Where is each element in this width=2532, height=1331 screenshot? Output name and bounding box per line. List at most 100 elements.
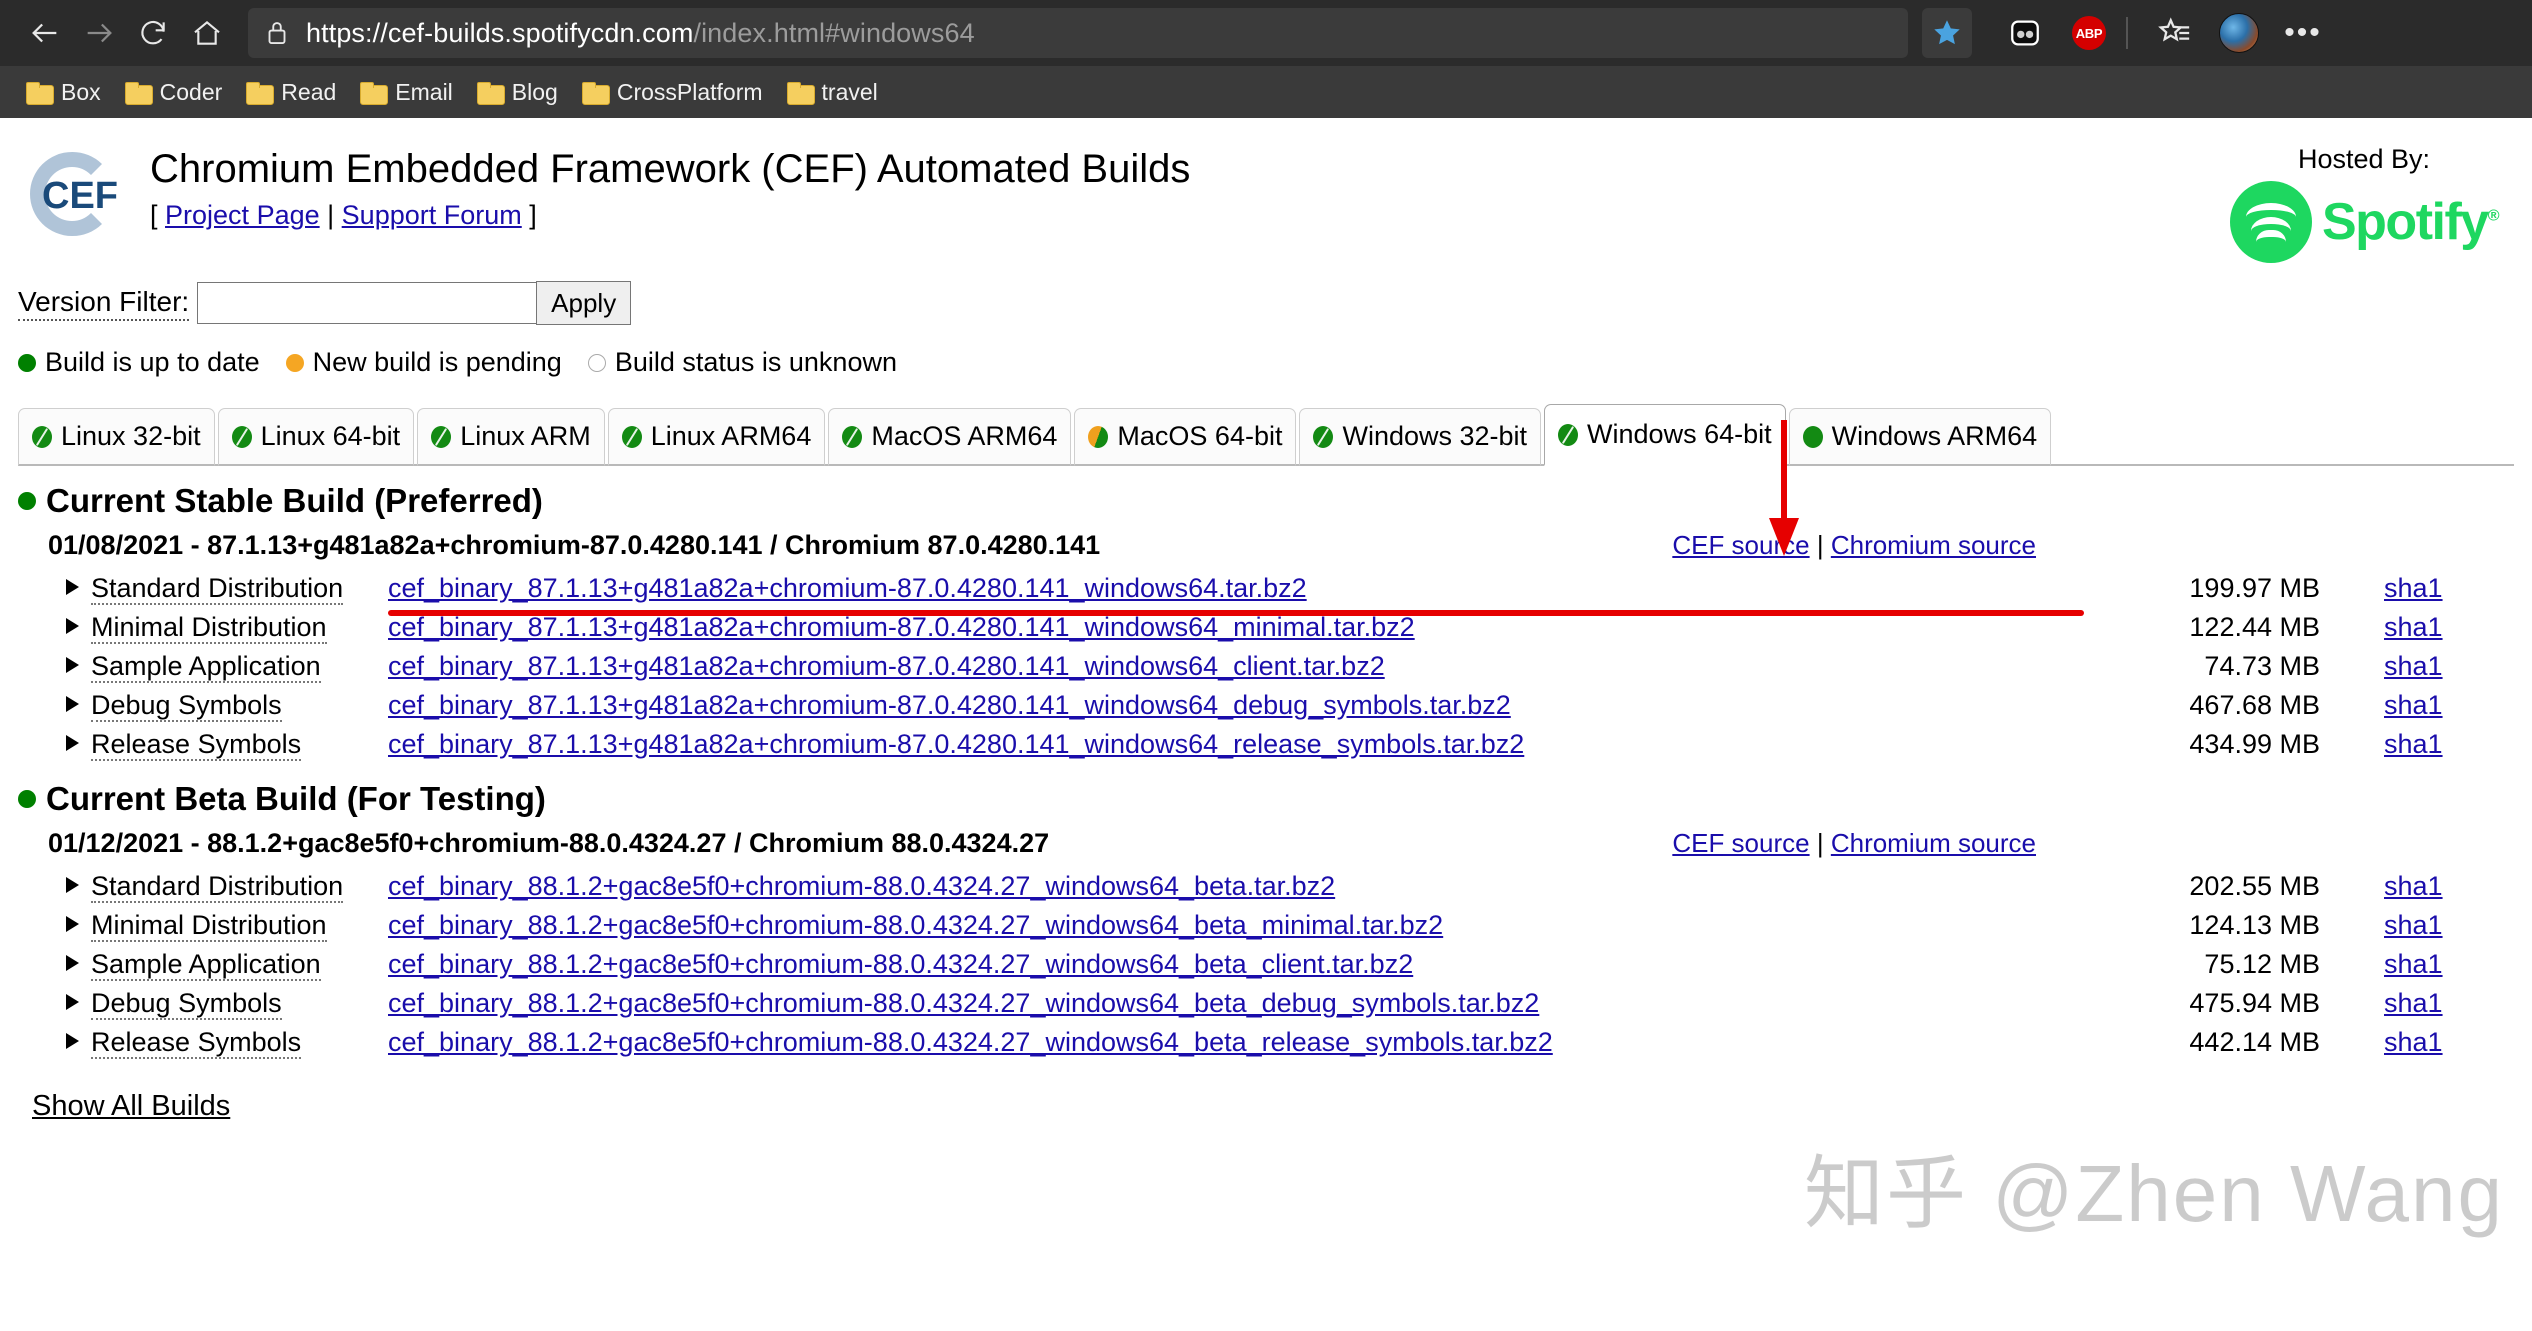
tab-linux-64bit[interactable]: Linux 64-bit bbox=[217, 408, 415, 466]
tab-windows-32bit[interactable]: Windows 32-bit bbox=[1299, 408, 1542, 466]
sha1-link[interactable]: sha1 bbox=[2384, 573, 2443, 603]
status-green-icon bbox=[18, 353, 36, 372]
sha1-link[interactable]: sha1 bbox=[2384, 1027, 2443, 1057]
bookmark-star-button[interactable] bbox=[1922, 8, 1972, 58]
sha1-link[interactable]: sha1 bbox=[2384, 988, 2443, 1018]
expand-triangle-icon[interactable] bbox=[66, 877, 79, 893]
build-type-label[interactable]: Sample Application bbox=[91, 651, 321, 683]
folder-icon bbox=[26, 81, 54, 105]
table-row: Sample Application cef_binary_88.1.2+gac… bbox=[18, 945, 2514, 984]
tab-label: Linux 32-bit bbox=[61, 421, 201, 451]
tab-macos-64bit[interactable]: MacOS 64-bit bbox=[1074, 408, 1297, 466]
cef-source-link[interactable]: CEF source bbox=[1672, 530, 1809, 560]
back-button[interactable] bbox=[18, 6, 72, 60]
expand-triangle-icon[interactable] bbox=[66, 657, 79, 673]
build-type-label[interactable]: Minimal Distribution bbox=[91, 910, 327, 942]
bookmark-email[interactable]: Email bbox=[348, 74, 465, 111]
expand-triangle-icon[interactable] bbox=[66, 696, 79, 712]
status-green-icon bbox=[1802, 425, 1823, 448]
table-row: Debug Symbols cef_binary_87.1.13+g481a82… bbox=[18, 686, 2514, 725]
tab-windows-arm64[interactable]: Windows ARM64 bbox=[1788, 408, 2052, 466]
version-filter-input[interactable] bbox=[197, 282, 538, 324]
home-icon bbox=[194, 20, 220, 45]
bookmark-travel[interactable]: travel bbox=[775, 74, 890, 111]
cef-source-link[interactable]: CEF source bbox=[1672, 828, 1809, 858]
profile-button[interactable] bbox=[2212, 6, 2266, 60]
download-link[interactable]: cef_binary_87.1.13+g481a82a+chromium-87.… bbox=[388, 612, 1415, 642]
cef-logo-icon: CEF bbox=[18, 144, 130, 244]
bookmark-box[interactable]: Box bbox=[14, 74, 113, 111]
bookmark-coder[interactable]: Coder bbox=[113, 74, 235, 111]
support-forum-link[interactable]: Support Forum bbox=[342, 200, 522, 230]
collections-button[interactable] bbox=[2148, 6, 2202, 60]
download-link[interactable]: cef_binary_88.1.2+gac8e5f0+chromium-88.0… bbox=[388, 871, 1335, 901]
download-link[interactable]: cef_binary_87.1.13+g481a82a+chromium-87.… bbox=[388, 573, 1307, 603]
tab-macos-arm64[interactable]: MacOS ARM64 bbox=[828, 408, 1072, 466]
download-link[interactable]: cef_binary_88.1.2+gac8e5f0+chromium-88.0… bbox=[388, 1027, 1553, 1057]
project-page-link[interactable]: Project Page bbox=[165, 200, 320, 230]
spotify-logo[interactable]: Spotify® bbox=[2229, 181, 2500, 263]
annotation-underline bbox=[388, 610, 2084, 616]
status-orange-icon bbox=[285, 353, 304, 372]
sha1-link[interactable]: sha1 bbox=[2384, 871, 2443, 901]
expand-triangle-icon[interactable] bbox=[66, 955, 79, 971]
stable-heading: Current Stable Build (Preferred) bbox=[18, 482, 2514, 520]
toolbar-divider bbox=[2126, 17, 2128, 49]
download-link[interactable]: cef_binary_87.1.13+g481a82a+chromium-87.… bbox=[388, 651, 1385, 681]
download-link[interactable]: cef_binary_88.1.2+gac8e5f0+chromium-88.0… bbox=[388, 988, 1539, 1018]
adblock-plus-extension-button[interactable]: ABP bbox=[2062, 6, 2116, 60]
download-link[interactable]: cef_binary_88.1.2+gac8e5f0+chromium-88.0… bbox=[388, 910, 1443, 940]
build-type-label[interactable]: Release Symbols bbox=[91, 729, 302, 761]
tab-linux-32bit[interactable]: Linux 32-bit bbox=[18, 408, 215, 466]
sha1-link[interactable]: sha1 bbox=[2384, 612, 2443, 642]
build-type-label[interactable]: Debug Symbols bbox=[91, 988, 282, 1020]
bookmark-read[interactable]: Read bbox=[234, 74, 348, 111]
sha1-link[interactable]: sha1 bbox=[2384, 949, 2443, 979]
sha1-link[interactable]: sha1 bbox=[2384, 910, 2443, 940]
reload-icon bbox=[141, 20, 165, 45]
expand-triangle-icon[interactable] bbox=[66, 1033, 79, 1049]
build-type-label[interactable]: Sample Application bbox=[91, 949, 321, 981]
legend-label: Build status is unknown bbox=[614, 347, 897, 377]
build-type-label[interactable]: Release Symbols bbox=[91, 1027, 302, 1059]
download-link[interactable]: cef_binary_87.1.13+g481a82a+chromium-87.… bbox=[388, 690, 1511, 720]
settings-more-icon: ••• bbox=[2284, 16, 2322, 49]
expand-triangle-icon[interactable] bbox=[66, 735, 79, 751]
bookmark-blog[interactable]: Blog bbox=[465, 74, 570, 111]
version-filter-label: Version Filter: bbox=[18, 286, 190, 321]
chromium-source-link[interactable]: Chromium source bbox=[1831, 828, 2036, 858]
bookmark-label: Email bbox=[395, 78, 453, 105]
browser-settings-button[interactable]: ••• bbox=[2276, 6, 2330, 60]
show-all-builds-link[interactable]: Show All Builds bbox=[32, 1090, 230, 1122]
sha1-link[interactable]: sha1 bbox=[2384, 729, 2443, 759]
bookmark-crossplatform[interactable]: CrossPlatform bbox=[570, 74, 775, 111]
forward-button[interactable] bbox=[72, 6, 126, 60]
build-type-label[interactable]: Debug Symbols bbox=[91, 690, 282, 722]
download-link[interactable]: cef_binary_88.1.2+gac8e5f0+chromium-88.0… bbox=[388, 949, 1413, 979]
bookmark-label: Box bbox=[61, 78, 101, 105]
expand-triangle-icon[interactable] bbox=[66, 579, 79, 595]
sha1-link[interactable]: sha1 bbox=[2384, 690, 2443, 720]
apply-button[interactable]: Apply bbox=[536, 281, 632, 325]
address-bar[interactable]: https://cef-builds.spotifycdn.com/index.… bbox=[248, 8, 1908, 58]
expand-triangle-icon[interactable] bbox=[66, 994, 79, 1010]
build-type-label[interactable]: Standard Distribution bbox=[91, 573, 344, 605]
status-green-icon bbox=[431, 425, 452, 448]
spotify-icon bbox=[2229, 181, 2312, 263]
download-link[interactable]: cef_binary_87.1.13+g481a82a+chromium-87.… bbox=[388, 729, 1524, 759]
home-button[interactable] bbox=[180, 6, 234, 60]
expand-triangle-icon[interactable] bbox=[66, 916, 79, 932]
file-size: 122.44 MB bbox=[2189, 612, 2320, 642]
status-green-icon bbox=[32, 425, 52, 448]
sha1-link[interactable]: sha1 bbox=[2384, 651, 2443, 681]
tab-windows-64bit[interactable]: Windows 64-bit bbox=[1544, 404, 1786, 466]
build-type-label[interactable]: Minimal Distribution bbox=[91, 612, 327, 644]
reload-button[interactable] bbox=[126, 6, 180, 60]
chromium-source-link[interactable]: Chromium source bbox=[1831, 530, 2036, 560]
tab-linux-arm[interactable]: Linux ARM bbox=[417, 408, 605, 466]
folder-icon bbox=[786, 81, 815, 105]
expand-triangle-icon[interactable] bbox=[66, 618, 79, 634]
password-manager-extension-button[interactable] bbox=[1998, 6, 2052, 60]
build-type-label[interactable]: Standard Distribution bbox=[91, 871, 344, 903]
tab-linux-arm64[interactable]: Linux ARM64 bbox=[607, 408, 826, 466]
